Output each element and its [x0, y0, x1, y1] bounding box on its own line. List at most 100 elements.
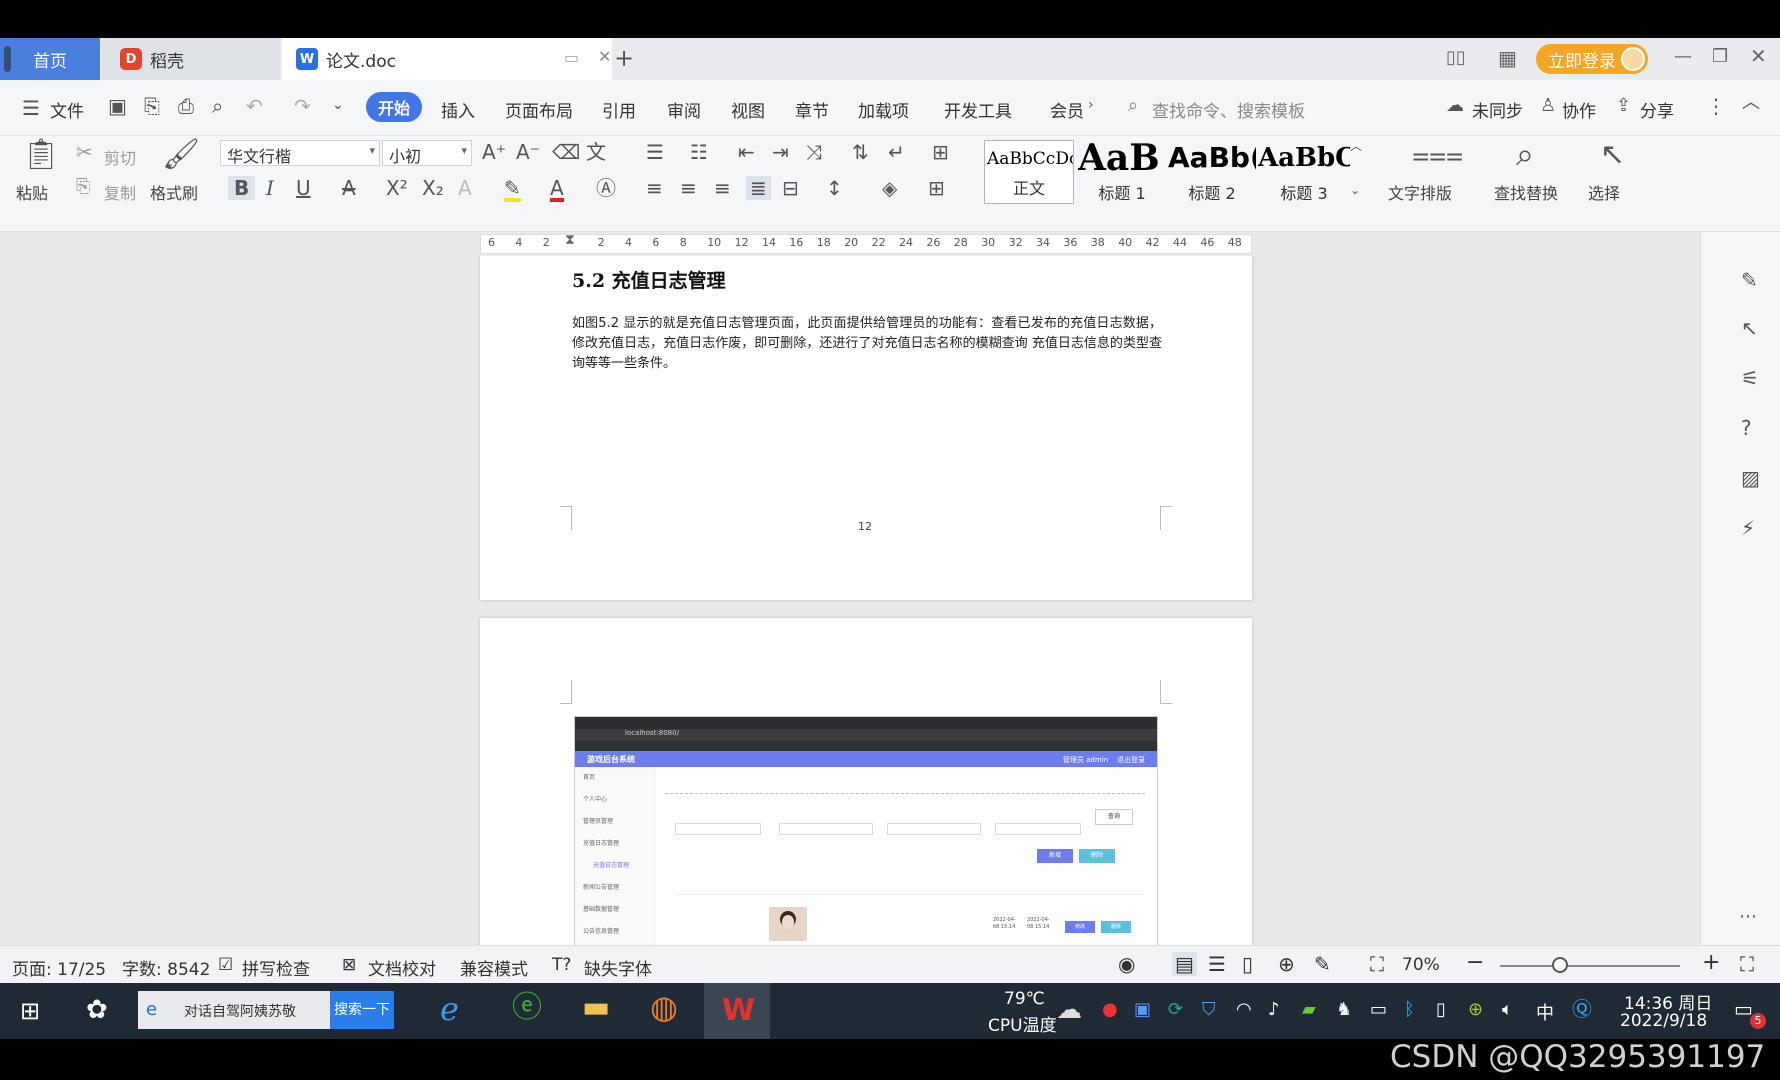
paste-icon[interactable]: 📋︎: [22, 140, 60, 170]
grow-font-icon[interactable]: A⁺: [482, 142, 506, 162]
tray-store-icon[interactable]: ▣: [1134, 1001, 1151, 1019]
zoom-level[interactable]: 70%: [1402, 955, 1440, 975]
align-right-icon[interactable]: ≡: [714, 178, 731, 198]
indent-marker-icon[interactable]: ⧗: [565, 232, 575, 248]
bluetooth-icon[interactable]: ᛒ: [1404, 1001, 1415, 1019]
missing-font-button[interactable]: 缺失字体: [584, 955, 652, 980]
line-spacing-icon[interactable]: ↕: [826, 178, 843, 198]
numbered-list-icon[interactable]: ☷: [690, 142, 708, 162]
tray-plus-icon[interactable]: ⊕: [1468, 1001, 1483, 1019]
menu-review[interactable]: 审阅: [667, 97, 701, 122]
subscript-icon[interactable]: X₂: [422, 178, 444, 198]
hamburger-icon[interactable]: ☰: [22, 98, 40, 118]
qq-icon[interactable]: ♞: [1336, 1001, 1352, 1019]
layout-icon[interactable]: ▯▯: [1446, 47, 1466, 68]
horizontal-ruler[interactable]: 6 4 2 2 4 6 8 10 12 14 16 18 20 22 24 26 28 30 32 34 36 38 40 4…: [0, 232, 1780, 256]
menu-references[interactable]: 引用: [602, 97, 636, 122]
sync-status[interactable]: 未同步: [1472, 97, 1523, 122]
menu-view[interactable]: 视图: [731, 97, 765, 122]
superscript-icon[interactable]: X²: [386, 178, 408, 198]
menu-developer[interactable]: 开发工具: [944, 97, 1012, 122]
redo-icon[interactable]: ↷: [294, 96, 311, 116]
format-painter-button[interactable]: 格式刷: [150, 180, 198, 204]
web-view-icon[interactable]: ⊕: [1278, 952, 1295, 976]
tray-app-icon[interactable]: ●: [1102, 1001, 1118, 1019]
taskbar-search-box[interactable]: e 对话自驾阿姨苏敬: [138, 991, 330, 1029]
pinyin-icon[interactable]: 文: [586, 142, 606, 162]
highlight-icon[interactable]: ✎: [504, 178, 521, 202]
italic-icon[interactable]: I: [266, 178, 274, 198]
app-mascot-icon[interactable]: ◍: [650, 991, 678, 1023]
outline-view-icon[interactable]: ☰: [1208, 952, 1226, 976]
word-count[interactable]: 字数: 8542: [122, 955, 210, 980]
page-indicator[interactable]: 页面: 17/25: [12, 955, 106, 980]
sort-icon[interactable]: ⇅: [852, 142, 869, 162]
pen-icon[interactable]: ✎: [1741, 270, 1758, 290]
select-button[interactable]: 选择: [1588, 180, 1620, 204]
reading-view-icon[interactable]: ▯: [1242, 952, 1253, 976]
bold-icon[interactable]: B: [228, 176, 256, 200]
copy-button[interactable]: 复制: [104, 180, 136, 204]
export-icon[interactable]: ⎘: [144, 96, 160, 116]
text-effect-icon[interactable]: A: [458, 178, 472, 198]
save-icon[interactable]: ▣: [108, 96, 127, 116]
lightning-icon[interactable]: ⚡: [1741, 518, 1755, 538]
screen-icon[interactable]: ▭: [564, 48, 579, 67]
windows-start-icon[interactable]: ⊞: [20, 999, 40, 1023]
zoom-out-icon[interactable]: −: [1466, 950, 1484, 975]
tray-shield-icon[interactable]: ⛉: [1202, 1001, 1216, 1019]
tab-daoke[interactable]: D 稻壳: [102, 38, 280, 80]
close-tab-icon[interactable]: ✕: [598, 47, 611, 66]
body-paragraph[interactable]: 如图5.2 显示的就是充值日志管理页面，此页面提供给管理员的功能有：查看已发布的…: [572, 314, 1162, 374]
grid-icon[interactable]: ▦: [1498, 46, 1517, 70]
weather-cloud-icon[interactable]: ☁: [1056, 997, 1082, 1023]
login-button[interactable]: 立即登录: [1536, 44, 1648, 74]
print-icon[interactable]: ⎙: [178, 96, 194, 116]
proofread-button[interactable]: 文档校对: [368, 955, 436, 980]
ime-indicator[interactable]: 中: [1536, 999, 1554, 1025]
spell-check-button[interactable]: 拼写检查: [242, 955, 310, 980]
new-tab-icon[interactable]: +: [614, 44, 634, 72]
tab-document[interactable]: W 论文.doc ▭ ✕: [282, 38, 612, 80]
nvidia-icon[interactable]: ▰: [1302, 1001, 1316, 1019]
menu-page-layout[interactable]: 页面布局: [505, 97, 573, 122]
clear-format-icon[interactable]: ⌫: [552, 142, 580, 162]
menu-member[interactable]: 会员: [1050, 97, 1084, 122]
fit-page-icon[interactable]: ⛶: [1370, 952, 1384, 976]
menu-insert[interactable]: 插入: [441, 97, 475, 122]
menu-start[interactable]: 开始: [366, 92, 422, 122]
format-painter-icon[interactable]: 🖌︎: [162, 140, 200, 170]
share-button[interactable]: 分享: [1640, 97, 1674, 122]
notification-bell-icon[interactable]: ♪: [1268, 1001, 1280, 1019]
close-window-icon[interactable]: ✕: [1750, 44, 1767, 68]
tray-sync-icon[interactable]: ⟳: [1168, 1001, 1183, 1019]
style-heading-3[interactable]: AaBbC 标题 3: [1258, 140, 1350, 204]
write-view-icon[interactable]: ✎: [1314, 952, 1331, 976]
zoom-slider[interactable]: [1500, 965, 1680, 967]
image-tool-icon[interactable]: ▨: [1741, 468, 1760, 488]
style-scroll-up-icon[interactable]: ︿: [1350, 140, 1362, 152]
more-horizontal-icon[interactable]: ⋯: [1739, 908, 1757, 926]
restore-icon[interactable]: ❐: [1712, 46, 1728, 67]
document-canvas[interactable]: 5.2 充值日志管理 如图5.2 显示的就是充值日志管理页面，此页面提供给管理员…: [0, 256, 1700, 945]
fullscreen-icon[interactable]: ⛶: [1740, 952, 1754, 976]
font-size-select[interactable]: 小初 ▾: [382, 140, 472, 166]
menu-file[interactable]: 文件: [50, 97, 84, 122]
minimize-icon[interactable]: —: [1674, 46, 1692, 67]
paste-button[interactable]: 粘贴: [16, 180, 48, 204]
tab-home[interactable]: 首页: [0, 38, 100, 80]
command-search-input[interactable]: 查找命令、搜索模板: [1152, 97, 1305, 122]
font-color-icon[interactable]: A: [550, 178, 564, 202]
menu-chapter[interactable]: 章节: [795, 97, 829, 122]
clock-date[interactable]: 2022/9/18: [1620, 1011, 1707, 1031]
action-center-icon[interactable]: ▭: [1734, 999, 1753, 1019]
zoom-in-icon[interactable]: +: [1702, 950, 1720, 975]
collab-button[interactable]: 协作: [1562, 97, 1596, 122]
bullet-list-icon[interactable]: ☰: [646, 142, 664, 162]
section-heading[interactable]: 5.2 充值日志管理: [572, 266, 726, 293]
page-view-icon[interactable]: ▤: [1172, 952, 1197, 976]
wps-taskbar-item[interactable]: W: [704, 983, 770, 1039]
underline-icon[interactable]: U: [296, 178, 311, 198]
document-page[interactable]: 5.2 充值日志管理 如图5.2 显示的就是充值日志管理页面，此页面提供给管理员…: [480, 256, 1252, 600]
borders-icon[interactable]: ⊞: [928, 178, 945, 198]
